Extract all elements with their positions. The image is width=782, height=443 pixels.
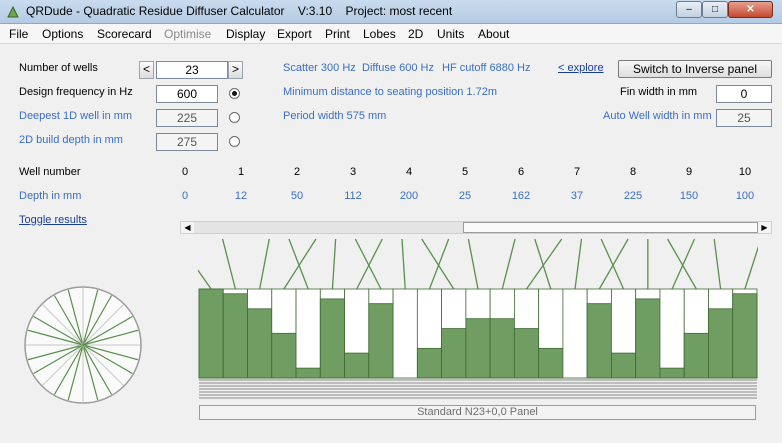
auto-well-width-field[interactable]: 25 [716,109,772,127]
depth-value-7: 37 [570,190,584,202]
menu-optimise[interactable]: Optimise [164,27,211,41]
diffuser-cross-section [198,237,758,405]
well-number-2: 2 [293,166,301,178]
diffuser-well [489,288,515,379]
diffuser-well [562,288,588,379]
diffuser-well [659,288,685,379]
design-frequency-radio[interactable] [229,88,240,99]
menu-print[interactable]: Print [325,27,350,41]
min-distance-info: Minimum distance to seating position 1.7… [283,86,497,98]
close-button[interactable]: ✕ [728,1,773,18]
toggle-results-link[interactable]: Toggle results [19,214,87,226]
diffuser-well [392,288,418,379]
diffuser-well [319,288,345,379]
number-of-wells-label: Number of wells [19,62,98,74]
well-number-5: 5 [461,166,469,178]
diffuser-well [732,288,758,379]
scrollbar-thumb[interactable] [463,222,758,233]
well-number-9: 9 [685,166,693,178]
deepest-well-field[interactable]: 225 [156,109,218,127]
depth-label: Depth in mm [19,190,82,202]
menu-options[interactable]: Options [42,27,83,41]
menu-bar: File Options Scorecard Optimise Display … [0,24,782,44]
app-icon [7,5,19,18]
menu-units[interactable]: Units [437,27,464,41]
deepest-well-label: Deepest 1D well in mm [19,110,133,122]
scroll-left-arrow-icon[interactable]: ◀ [181,222,194,233]
diffuser-well [198,288,224,379]
build-depth-label: 2D build depth in mm [19,134,123,146]
scroll-right-arrow-icon[interactable]: ▶ [758,222,771,233]
depth-value-5: 25 [458,190,472,202]
explore-link[interactable]: < explore [558,62,604,74]
panel-base [199,379,757,399]
depth-value-1: 12 [234,190,248,202]
well-number-7: 7 [573,166,581,178]
depth-value-0: 0 [181,190,189,202]
scatter-info: Scatter 300 Hz [283,62,356,74]
diffuser-well [368,288,394,379]
wells-increment-button[interactable]: > [228,61,243,79]
diffuser-well [635,288,661,379]
diffuser-well [247,288,273,379]
menu-lobes[interactable]: Lobes [363,27,396,41]
fin-width-field[interactable]: 0 [716,85,772,103]
switch-inverse-panel-button[interactable]: Switch to Inverse panel [618,60,772,78]
diffuser-well [586,288,612,379]
well-number-label: Well number [19,166,81,178]
well-number-10: 10 [738,166,752,178]
depth-value-4: 200 [399,190,419,202]
depth-value-8: 225 [623,190,643,202]
depth-value-6: 162 [511,190,531,202]
diffuser-well [683,288,709,379]
maximize-button[interactable]: □ [702,1,728,18]
well-table-scrollbar[interactable]: ◀ ▶ [180,221,772,234]
well-number-3: 3 [349,166,357,178]
hf-cutoff-info: HF cutoff 6880 Hz [442,62,531,74]
menu-2d[interactable]: 2D [408,27,423,41]
diffuser-wells [198,288,758,379]
menu-export[interactable]: Export [277,27,312,41]
title-bar: QRDude - Quadratic Residue Diffuser Calc… [0,0,782,24]
diffuser-well [344,288,370,379]
window-title: QRDude - Quadratic Residue Diffuser Calc… [26,4,453,18]
well-number-1: 1 [237,166,245,178]
depth-value-10: 100 [735,190,755,202]
menu-display[interactable]: Display [226,27,265,41]
well-number-0: 0 [181,166,189,178]
design-frequency-field[interactable]: 600 [156,85,218,103]
depth-value-9: 150 [679,190,699,202]
wells-decrement-button[interactable]: < [139,61,154,79]
minimize-button[interactable]: – [676,1,702,18]
depth-value-2: 50 [290,190,304,202]
build-depth-field[interactable]: 275 [156,133,218,151]
period-width-info: Period width 575 mm [283,110,387,122]
auto-well-width-label: Auto Well width in mm [603,110,712,122]
diffuser-well [441,288,467,379]
diffuser-well [222,288,248,379]
diffuser-well [538,288,564,379]
menu-file[interactable]: File [9,27,28,41]
diffuser-well [513,288,540,379]
deepest-well-radio[interactable] [229,112,240,123]
diffuser-well [465,288,491,379]
diffuser-well [611,288,637,379]
panel-name-label: Standard N23+0,0 Panel [199,405,756,420]
well-number-6: 6 [517,166,525,178]
diffuser-well [271,288,297,379]
design-frequency-label: Design frequency in Hz [19,86,133,98]
build-depth-radio[interactable] [229,136,240,147]
diffuser-well [416,288,443,379]
diffuse-info: Diffuse 600 Hz [362,62,434,74]
menu-scorecard[interactable]: Scorecard [97,27,152,41]
diffuser-well [708,288,734,379]
polar-response-wheel [24,286,142,404]
fin-width-label: Fin width in mm [620,86,698,98]
diffuser-well [295,288,321,379]
well-number-4: 4 [405,166,413,178]
well-number-8: 8 [629,166,637,178]
depth-value-3: 112 [344,190,362,202]
number-of-wells-field[interactable]: 23 [156,61,228,79]
menu-about[interactable]: About [478,27,509,41]
